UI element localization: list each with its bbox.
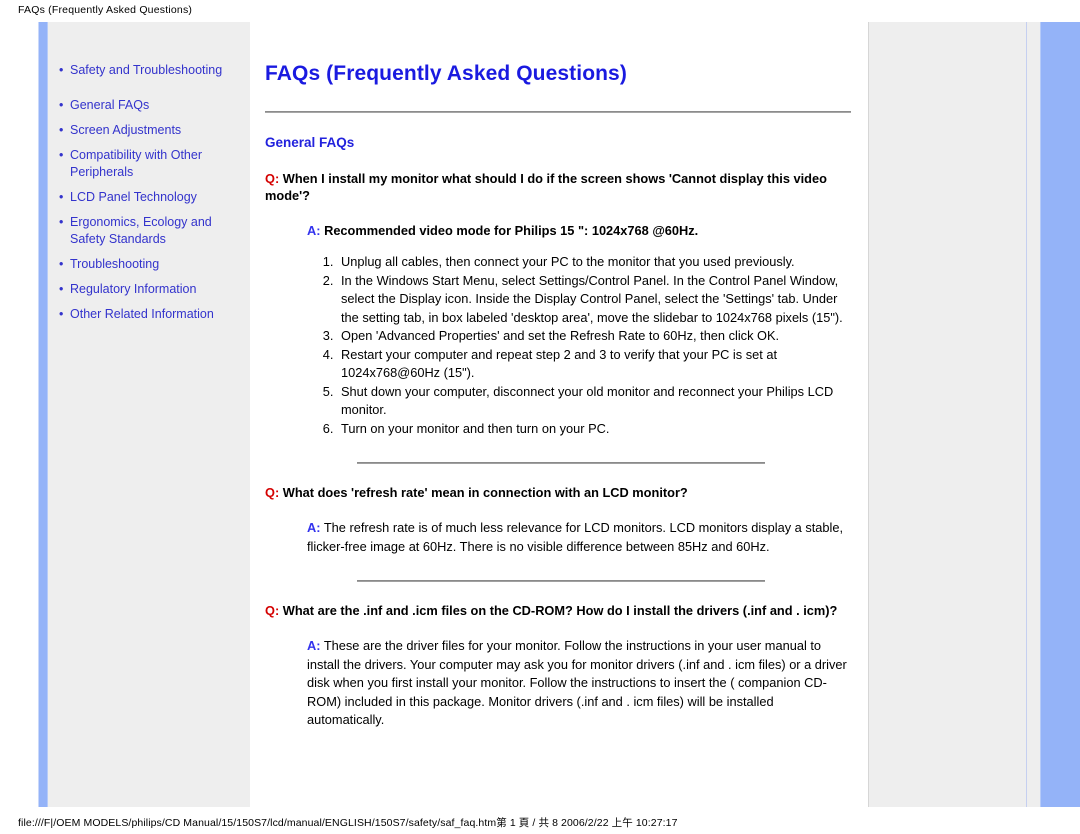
question-text-2: Q: What does 'refresh rate' mean in conn… [265,484,851,501]
list-item: Turn on your monitor and then turn on yo… [337,420,851,439]
right-panel-seam [1026,22,1027,807]
qa-block-2: Q: What does 'refresh rate' mean in conn… [265,484,851,582]
answer-prefix: A: [307,223,321,238]
sidebar-item-label: Regulatory Information [70,282,197,296]
bullet-icon: • [59,148,64,162]
question-prefix: Q: [265,485,280,500]
sidebar-item-label: Screen Adjustments [70,123,182,137]
print-header-title: FAQs (Frequently Asked Questions) [18,4,193,16]
sidebar-item-label: General FAQs [70,98,150,112]
answer-body-3: A: These are the driver files for your m… [265,637,851,730]
list-item: Restart your computer and repeat step 2 … [337,346,851,383]
sidebar-item-label: Other Related Information [70,307,214,321]
right-accent-bar [1040,22,1080,807]
sidebar-item-lcd-panel-technology[interactable]: • LCD Panel Technology [48,189,250,206]
bullet-icon: • [59,307,64,321]
bullet-icon: • [59,98,64,112]
question-prefix: Q: [265,171,280,186]
sidebar-item-troubleshooting[interactable]: • Troubleshooting [48,256,250,273]
question-text-1: Q: When I install my monitor what should… [265,170,851,204]
answer-prefix: A: [307,520,321,535]
list-item: Shut down your computer, disconnect your… [337,383,851,420]
answer-body-text: The refresh rate is of much less relevan… [307,520,844,554]
answer-steps-list-1: Unplug all cables, then connect your PC … [265,253,851,438]
main-content: FAQs (Frequently Asked Questions) Genera… [265,22,851,807]
answer-head-1: A: Recommended video mode for Philips 15… [265,222,851,239]
question-body: When I install my monitor what should I … [265,171,827,203]
sidebar-item-general-faqs[interactable]: • General FAQs [48,97,250,114]
bullet-icon: • [59,63,64,77]
answer-head-body: Recommended video mode for Philips 15 ":… [324,223,699,238]
list-item: In the Windows Start Menu, select Settin… [337,272,851,328]
list-item: Unplug all cables, then connect your PC … [337,253,851,272]
sidebar-item-label: Safety and Troubleshooting [70,63,223,77]
bullet-icon: • [59,257,64,271]
answer-prefix: A: [307,638,321,653]
bullet-icon: • [59,123,64,137]
sidebar-item-other-related-information[interactable]: • Other Related Information [48,306,250,323]
list-item: Open 'Advanced Properties' and set the R… [337,327,851,346]
page-title: FAQs (Frequently Asked Questions) [265,62,627,85]
document-page: • Safety and Troubleshooting • General F… [0,22,1080,807]
sidebar-item-regulatory-information[interactable]: • Regulatory Information [48,281,250,298]
qa-block-3: Q: What are the .inf and .icm files on t… [265,602,851,730]
sidebar-navigation: • Safety and Troubleshooting • General F… [48,22,250,807]
sidebar-item-ergonomics-ecology-and-safety-standards[interactable]: • Ergonomics, Ecology and Safety Standar… [48,214,250,248]
sidebar-item-label: Troubleshooting [70,257,160,271]
question-body: What does 'refresh rate' mean in connect… [282,485,688,500]
bullet-icon: • [59,215,64,229]
qa-separator-2 [357,580,765,582]
print-footer-path: file:///F|/OEM MODELS/philips/CD Manual/… [18,817,678,829]
sidebar-item-compatibility-with-other-peripherals[interactable]: • Compatibility with Other Peripherals [48,147,250,181]
question-prefix: Q: [265,603,280,618]
sidebar-item-label: Compatibility with Other Peripherals [70,148,202,179]
title-divider [265,111,851,113]
qa-separator-1 [357,462,765,464]
sidebar-item-label: Ergonomics, Ecology and Safety Standards [70,215,212,246]
question-text-3: Q: What are the .inf and .icm files on t… [265,602,851,619]
sidebar-item-screen-adjustments[interactable]: • Screen Adjustments [48,122,250,139]
question-body: What are the .inf and .icm files on the … [282,603,838,618]
right-side-panel [868,22,1040,807]
sidebar-item-label: LCD Panel Technology [70,190,197,204]
sidebar-list: • Safety and Troubleshooting • General F… [48,22,250,323]
left-accent-bar [38,22,48,807]
answer-body-2: A: The refresh rate is of much less rele… [265,519,851,556]
section-heading-general-faqs: General FAQs [265,135,355,150]
bullet-icon: • [59,282,64,296]
answer-body-text: These are the driver files for your moni… [307,638,847,727]
qa-block-1: Q: When I install my monitor what should… [265,170,851,464]
sidebar-item-safety-and-troubleshooting[interactable]: • Safety and Troubleshooting [48,62,250,79]
bullet-icon: • [59,190,64,204]
